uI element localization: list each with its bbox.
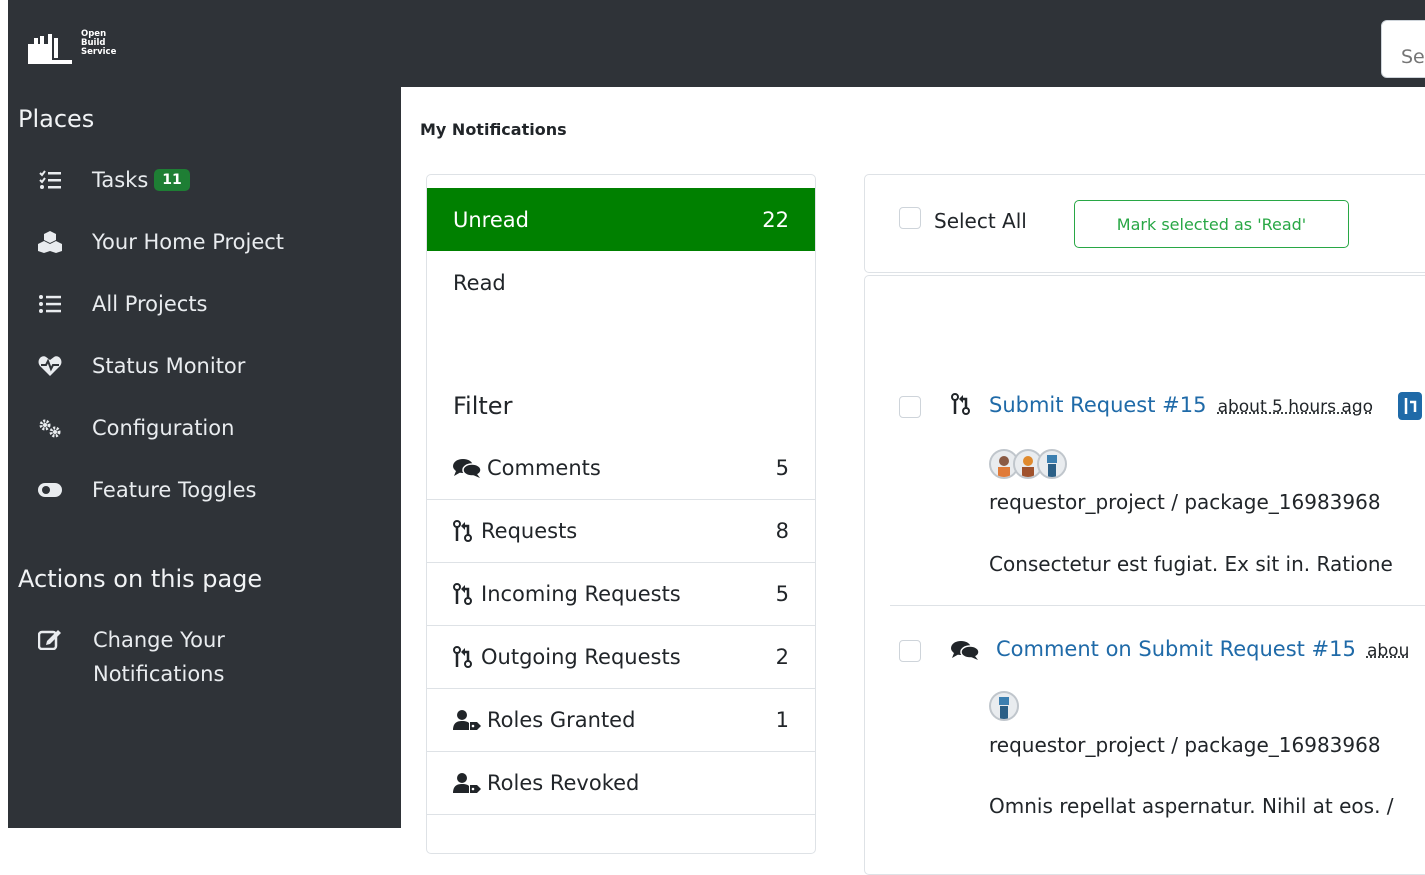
cogs-icon (38, 416, 62, 440)
filter-panel: Unread 22 Read Filter Comments 5 Request… (426, 174, 816, 854)
edit-icon (37, 626, 62, 651)
filter-label: Roles Granted (487, 708, 636, 732)
mark-as-read-button[interactable]: Mark selected as 'Read' (1074, 200, 1349, 248)
filter-heading: Filter (453, 392, 513, 420)
select-all-label[interactable]: Select All (934, 209, 1027, 233)
request-type-badge (1398, 392, 1422, 420)
notification-time: about 5 hours ago (1217, 397, 1374, 417)
sidebar: Places Tasks 11 Your Home Project All Pr… (8, 87, 401, 828)
notification-checkbox[interactable] (899, 640, 921, 662)
tasks-icon (38, 168, 62, 192)
notification-title-link[interactable]: Comment on Submit Request #15 (996, 637, 1356, 661)
code-pull-request-icon (453, 646, 481, 668)
sidebar-item-label: Feature Toggles (92, 478, 257, 502)
notification-package[interactable]: requestor_project / package_16983968 (989, 490, 1381, 514)
filter-label: Incoming Requests (481, 582, 681, 606)
toggle-icon (38, 478, 62, 502)
filter-label: Roles Revoked (487, 771, 640, 795)
top-navbar: Open Build Service (0, 0, 1425, 87)
sidebar-item-label: All Projects (92, 292, 208, 316)
notification-checkbox[interactable] (899, 396, 921, 418)
comments-icon (951, 640, 980, 664)
change-notifications-label: Change Your Notifications (93, 628, 225, 686)
notification-body: Omnis repellat aspernatur. Nihil at eos.… (989, 794, 1394, 818)
search-input[interactable] (1381, 20, 1425, 78)
filter-unread[interactable]: Unread 22 (427, 188, 815, 251)
filter-count: 5 (775, 582, 789, 606)
list-icon (38, 292, 62, 316)
sidebar-item-configuration[interactable]: Configuration (38, 408, 234, 448)
filter-label: Read (453, 270, 506, 295)
filter-roles-revoked[interactable]: Roles Revoked (427, 752, 815, 815)
filter-requests[interactable]: Requests 8 (427, 500, 815, 563)
filter-count: 1 (775, 708, 789, 732)
actions-heading: Actions on this page (18, 565, 263, 593)
notification-list: [ Submit Request #15 about 5 hours ago r… (864, 275, 1425, 875)
filter-incoming-requests[interactable]: Incoming Requests 5 (427, 563, 815, 626)
filter-read[interactable]: Read (427, 251, 815, 314)
comments-icon (453, 458, 487, 478)
sidebar-item-status-monitor[interactable]: Status Monitor (38, 346, 245, 386)
sidebar-item-label: Configuration (92, 416, 235, 440)
filter-count: 5 (775, 456, 789, 480)
filter-count: 2 (775, 645, 789, 669)
places-heading: Places (18, 105, 95, 133)
avatar (989, 691, 1019, 721)
filter-count: 8 (775, 519, 789, 543)
sidebar-item-label: Tasks (92, 168, 149, 192)
sidebar-item-home-project[interactable]: Your Home Project (38, 222, 284, 262)
notification-divider (890, 605, 1425, 606)
sidebar-item-tasks[interactable]: Tasks 11 (38, 160, 190, 200)
code-pull-request-icon (453, 520, 481, 542)
notification-body: Consectetur est fugiat. Ex sit in. Ratio… (989, 552, 1393, 576)
select-all-checkbox[interactable] (899, 207, 921, 229)
filter-label: Comments (487, 456, 601, 480)
sidebar-item-feature-toggles[interactable]: Feature Toggles (38, 470, 257, 510)
filter-count: 22 (762, 207, 789, 232)
obs-logo-icon (28, 34, 72, 64)
bulk-actions-bar: Select All Mark selected as 'Read' (864, 174, 1425, 273)
filter-label: Outgoing Requests (481, 645, 681, 669)
filter-roles-granted[interactable]: Roles Granted 1 (427, 689, 815, 752)
filter-comments[interactable]: Comments 5 (427, 437, 815, 500)
logo-line-service: Service (81, 47, 117, 57)
sidebar-item-label: Your Home Project (92, 230, 285, 254)
logo-text: Open Build Service (81, 30, 116, 57)
home-project-icon (38, 230, 62, 254)
tasks-count-badge: 11 (154, 169, 190, 191)
page-title: My Notifications (420, 120, 567, 139)
obs-logo[interactable]: Open Build Service (26, 30, 136, 70)
code-pull-request-icon (453, 583, 481, 605)
notification-time: abou (1366, 641, 1410, 661)
left-edge (0, 0, 8, 828)
notification-title-link[interactable]: Submit Request #15 (989, 393, 1206, 417)
sidebar-item-all-projects[interactable]: All Projects (38, 284, 208, 324)
user-tag-icon (453, 773, 487, 793)
sidebar-item-label: Status Monitor (92, 354, 246, 378)
code-pull-request-icon (951, 393, 971, 419)
heartbeat-icon (38, 354, 62, 378)
avatar (1037, 449, 1067, 479)
filter-label: Requests (481, 519, 578, 543)
filter-outgoing-requests[interactable]: Outgoing Requests 2 (427, 626, 815, 689)
user-tag-icon (453, 710, 487, 730)
change-notifications-link[interactable]: Change Your Notifications (37, 623, 368, 686)
filter-label: Unread (453, 207, 529, 232)
notification-package[interactable]: requestor_project / package_16983968 (989, 733, 1381, 757)
